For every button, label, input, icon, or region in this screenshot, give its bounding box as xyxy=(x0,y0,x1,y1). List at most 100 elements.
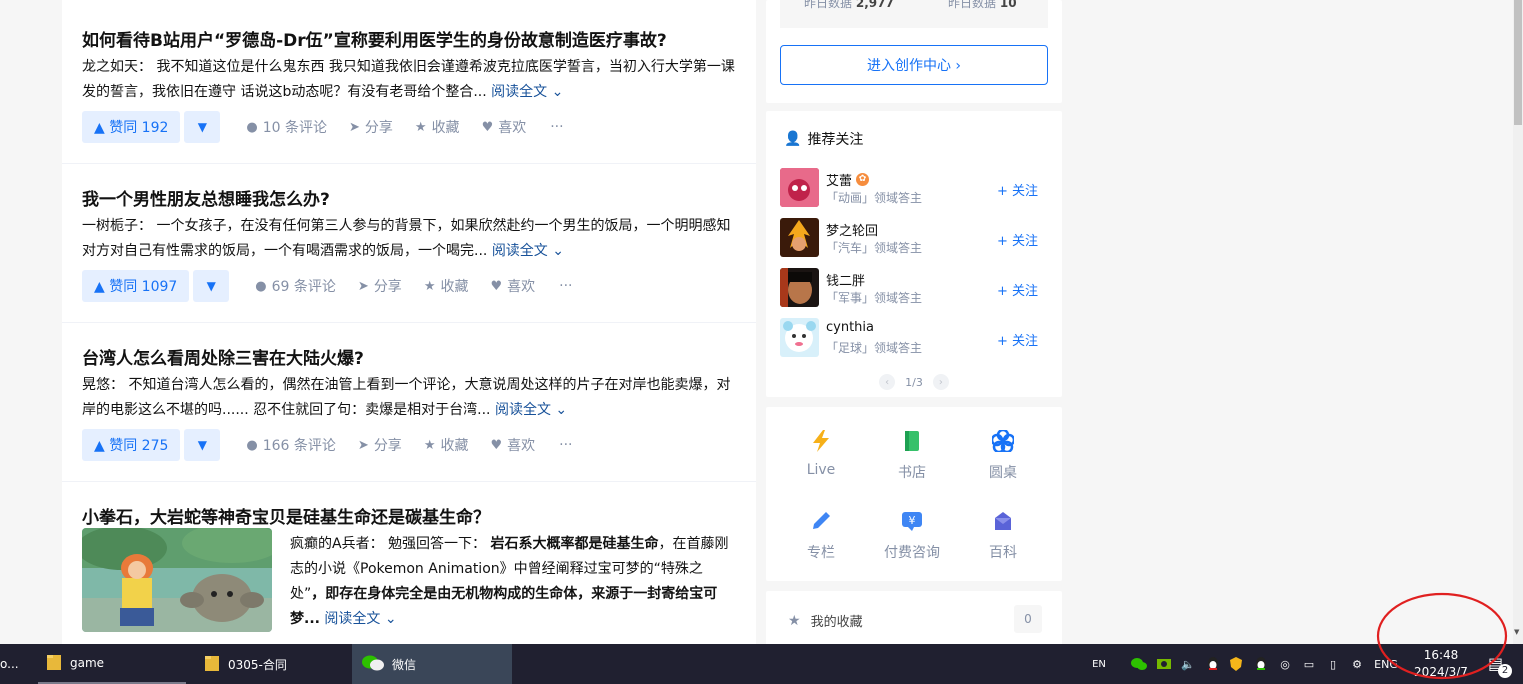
verified-badge-icon: ✿ xyxy=(856,173,870,186)
downvote-button[interactable]: ▼ xyxy=(193,270,230,302)
comment-button[interactable]: ● 10 条评论 xyxy=(246,117,327,137)
scroll-down-arrow-icon[interactable]: ▼ xyxy=(1514,628,1519,636)
qq-tray-icon[interactable] xyxy=(1205,656,1221,672)
downvote-button[interactable]: ▼ xyxy=(184,429,221,461)
ime-indicator-left[interactable]: EN xyxy=(1091,656,1107,672)
excerpt-text: 不知道台湾人怎么看的，偶然在油管上看到一个评论，大意说周处这样的片子在对岸也能卖… xyxy=(82,377,731,418)
taskbar-item-game[interactable]: game xyxy=(38,644,186,684)
follow-button[interactable]: + 关注 xyxy=(997,230,1038,249)
tool-roundtable[interactable]: 圆桌 xyxy=(958,429,1048,482)
feed-item: 如何看待B站用户“罗德岛-Dr伍”宣称要利用医学生的身份故意制造医疗事故? 龙之… xyxy=(62,0,756,164)
share-button[interactable]: ➤ 分享 xyxy=(358,435,402,455)
volume-icon[interactable]: 🔈 xyxy=(1180,656,1196,672)
comment-icon: ● xyxy=(246,119,258,135)
more-button[interactable]: ··· xyxy=(550,119,563,135)
user-name[interactable]: 艾蕾 ✿ xyxy=(826,170,870,189)
collect-button[interactable]: ★ 收藏 xyxy=(424,435,469,455)
follow-button[interactable]: + 关注 xyxy=(997,330,1038,349)
flower-icon xyxy=(958,429,1048,453)
question-title[interactable]: 小拳石，大岩蛇等神奇宝贝是硅基生命还是碳基生命？ xyxy=(82,503,490,528)
avatar-image xyxy=(780,318,819,357)
comment-button[interactable]: ● 69 条评论 xyxy=(255,276,336,296)
network-app-icon[interactable]: ◎ xyxy=(1277,656,1293,672)
collect-button[interactable]: ★ 收藏 xyxy=(415,117,460,137)
feed-item: 台湾人怎么看周处除三害在大陆火爆? 晃悠： 不知道台湾人怎么看的，偶然在油管上看… xyxy=(62,323,756,482)
user-name[interactable]: cynthia xyxy=(826,320,874,335)
avatar[interactable] xyxy=(780,318,819,357)
like-button[interactable]: ♥ 喜欢 xyxy=(490,435,535,455)
answer-excerpt[interactable]: 一树栀子： 一个女孩子，在没有任何第三人参与的背景下，如果欣然赴约一个男生的饭局… xyxy=(82,214,742,264)
tool-live[interactable]: Live xyxy=(776,429,866,478)
avatar[interactable] xyxy=(780,218,819,257)
tool-bookstore[interactable]: 书店 xyxy=(867,429,957,482)
page-scrollbar[interactable]: ▼ xyxy=(1513,0,1523,644)
my-favorites-link[interactable]: ★ 我的收藏 xyxy=(788,611,863,631)
follow-button[interactable]: + 关注 xyxy=(997,180,1038,199)
favorites-count: 0 xyxy=(1014,605,1042,633)
answer-excerpt[interactable]: 晃悠： 不知道台湾人怎么看的，偶然在油管上看到一个评论，大意说周处这样的片子在对… xyxy=(82,373,742,423)
comment-icon: ● xyxy=(246,437,258,453)
follow-button[interactable]: + 关注 xyxy=(997,280,1038,299)
wechat-tray-icon[interactable] xyxy=(1131,656,1147,672)
read-more-link[interactable]: 阅读全文 ⌄ xyxy=(492,243,564,259)
prev-page-button[interactable]: ‹ xyxy=(879,374,896,390)
read-more-link[interactable]: 阅读全文 ⌄ xyxy=(495,402,567,418)
book-icon xyxy=(867,429,957,453)
answer-thumbnail[interactable] xyxy=(82,528,272,632)
nvidia-tray-icon[interactable] xyxy=(1156,656,1172,672)
question-title[interactable]: 台湾人怎么看周处除三害在大陆火爆? xyxy=(82,344,364,369)
recommend-user: 艾蕾 ✿ 「动画」领域答主 + 关注 xyxy=(780,168,1048,208)
recommend-header: 👤 推荐关注 xyxy=(784,129,863,149)
share-button[interactable]: ➤ 分享 xyxy=(349,117,393,137)
taskbar-app-fragment[interactable]: o... xyxy=(0,644,19,684)
upvote-button[interactable]: ▲ 赞同 192 xyxy=(82,111,181,143)
read-more-link[interactable]: 阅读全文 ⌄ xyxy=(324,611,396,627)
tool-column[interactable]: 专栏 xyxy=(776,509,866,562)
more-button[interactable]: ··· xyxy=(559,437,572,453)
answer-excerpt[interactable]: 疯癫的A兵者： 勉强回答一下： 岩石系大概率都是硅基生命，在首藤刚志的小说《Po… xyxy=(290,532,738,632)
tool-encyclopedia[interactable]: 百科 xyxy=(958,509,1048,562)
like-button[interactable]: ♥ 喜欢 xyxy=(490,276,535,296)
recommend-user: 钱二胖 「军事」领域答主 + 关注 xyxy=(780,268,1048,308)
share-button[interactable]: ➤ 分享 xyxy=(358,276,402,296)
star-icon: ★ xyxy=(423,278,436,294)
collect-button[interactable]: ★ 收藏 xyxy=(424,276,469,296)
upvote-button[interactable]: ▲ 赞同 1097 xyxy=(82,270,190,302)
tool-paid-consult[interactable]: ¥ 付费咨询 xyxy=(867,509,957,562)
question-title[interactable]: 如何看待B站用户“罗德岛-Dr伍”宣称要利用医学生的身份故意制造医疗事故? xyxy=(82,26,667,51)
avatar-image xyxy=(780,168,819,207)
comment-button[interactable]: ● 166 条评论 xyxy=(246,435,336,455)
like-button[interactable]: ♥ 喜欢 xyxy=(482,117,527,137)
lightning-icon xyxy=(776,429,866,453)
user-name[interactable]: 梦之轮回 xyxy=(826,220,878,239)
pokemon-scene-image xyxy=(82,528,272,632)
excerpt-text: 我不知道这位是什么鬼东西 我只知道我依旧会谨遵希波克拉底医学誓言，当初入行大学第… xyxy=(82,59,735,100)
stat-right: 昨日数据 10 xyxy=(948,0,1017,10)
user-desc: 「动画」领域答主 xyxy=(826,191,923,205)
page-indicator: 1/3 xyxy=(905,375,923,389)
read-more-link[interactable]: 阅读全文 ⌄ xyxy=(491,84,563,100)
qq-tray-icon-2[interactable] xyxy=(1253,656,1269,672)
taskbar-item-contract[interactable]: 0305-合同 xyxy=(196,644,344,684)
action-bar: ▲ 赞同 1097 ▼ ● 69 条评论 ➤ 分享 ★ 收藏 ♥ 喜欢 ··· xyxy=(82,270,572,302)
taskbar-item-wechat[interactable]: 微信 xyxy=(352,644,512,684)
display-icon[interactable]: ▭ xyxy=(1301,656,1317,672)
action-bar: ▲ 赞同 275 ▼ ● 166 条评论 ➤ 分享 ★ 收藏 ♥ 喜欢 ··· xyxy=(82,429,572,461)
creation-center-button[interactable]: 进入创作中心 › xyxy=(780,45,1048,85)
avatar[interactable] xyxy=(780,268,819,307)
upvote-button[interactable]: ▲ 赞同 275 xyxy=(82,429,181,461)
avatar[interactable] xyxy=(780,168,819,207)
answer-feed: 如何看待B站用户“罗德岛-Dr伍”宣称要利用医学生的身份故意制造医疗事故? 龙之… xyxy=(62,0,756,644)
user-name[interactable]: 钱二胖 xyxy=(826,270,865,289)
next-page-button[interactable]: › xyxy=(932,374,949,390)
security-shield-icon[interactable] xyxy=(1228,656,1244,672)
settings-tray-icon[interactable]: ⚙ xyxy=(1349,656,1365,672)
answer-excerpt[interactable]: 龙之如天： 我不知道这位是什么鬼东西 我只知道我依旧会谨遵希波克拉底医学誓言，当… xyxy=(82,55,742,105)
downvote-button[interactable]: ▼ xyxy=(184,111,221,143)
usb-icon[interactable]: ▯ xyxy=(1325,656,1341,672)
question-title[interactable]: 我一个男性朋友总想睡我怎么办? xyxy=(82,185,330,210)
recommend-pager: ‹ 1/3 › xyxy=(766,374,1062,390)
more-button[interactable]: ··· xyxy=(559,278,572,294)
recommend-title: 推荐关注 xyxy=(807,132,864,148)
scrollbar-thumb[interactable] xyxy=(1514,0,1522,125)
